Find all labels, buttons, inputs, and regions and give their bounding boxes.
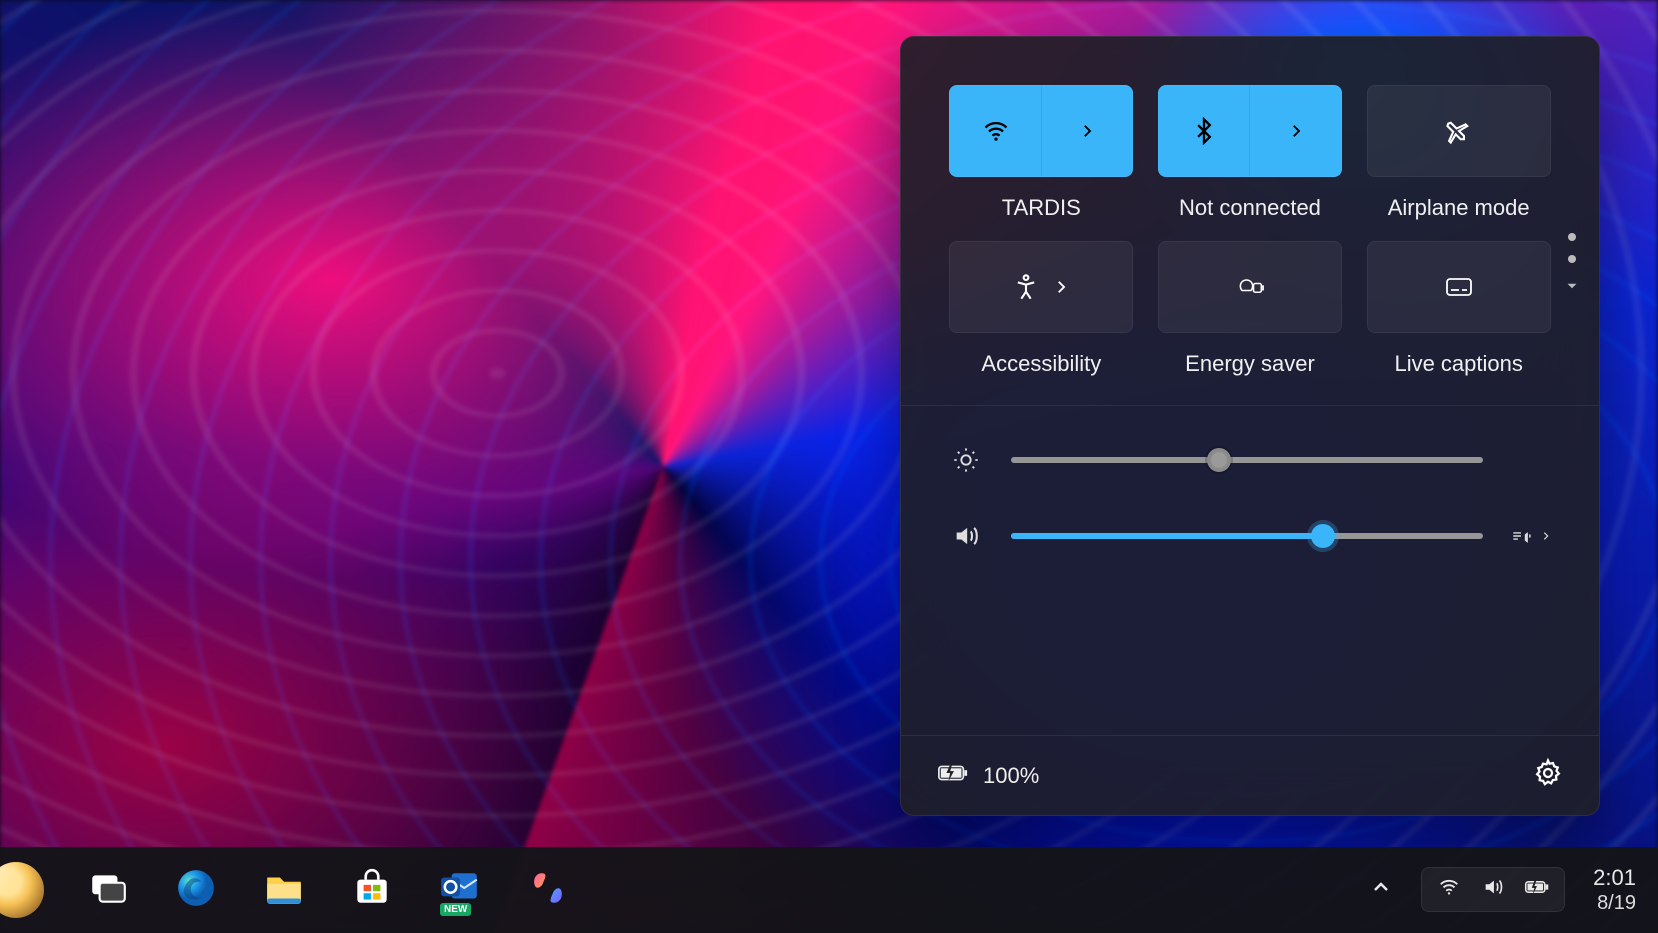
quick-settings-page-indicator[interactable] [1563,233,1581,300]
page-dot [1568,233,1576,241]
taskbar-clock[interactable]: 2:01 8/19 [1593,865,1636,915]
taskbar: NEW [0,847,1658,933]
bluetooth-label: Not connected [1179,195,1321,221]
bluetooth-toggle-main[interactable] [1159,86,1251,176]
energy-saver-tile: Energy saver [1158,241,1343,377]
chevron-right-icon [1052,278,1070,296]
quick-settings-panel: TARDIS Not connected [900,36,1600,816]
accessibility-toggle[interactable] [949,241,1133,333]
brightness-thumb[interactable] [1207,448,1231,472]
copilot-button[interactable] [524,866,572,914]
volume-track[interactable] [1011,533,1483,539]
wifi-icon [1436,876,1462,903]
tray-overflow-button[interactable] [1369,875,1393,904]
system-tray[interactable] [1421,867,1565,912]
chevron-right-icon [1287,122,1305,140]
battery-percent: 100% [983,763,1039,789]
clock-time: 2:01 [1593,865,1636,891]
bluetooth-toggle[interactable] [1158,85,1342,177]
battery-icon [937,762,969,790]
settings-button[interactable] [1533,758,1563,793]
wifi-toggle-main[interactable] [950,86,1042,176]
file-explorer-button[interactable] [260,866,308,914]
energy-saver-toggle[interactable] [1158,241,1342,333]
bluetooth-expand[interactable] [1250,86,1341,176]
quick-settings-footer: 100% [901,735,1599,815]
battery-icon [1524,876,1550,903]
task-view-button[interactable] [84,866,132,914]
volume-icon [1480,876,1506,903]
wifi-label: TARDIS [1002,195,1081,221]
quick-settings-sliders [901,406,1599,586]
chevron-right-icon [1078,122,1096,140]
microsoft-store-button[interactable] [348,866,396,914]
gear-icon [1533,775,1563,792]
energy-saver-label: Energy saver [1185,351,1315,377]
chevron-down-icon[interactable] [1563,277,1581,300]
audio-output-button[interactable] [1511,525,1551,547]
brightness-slider[interactable] [949,446,1551,474]
live-captions-toggle[interactable] [1367,241,1551,333]
new-badge: NEW [440,903,471,916]
volume-icon [949,522,983,550]
clock-date: 8/19 [1593,891,1636,915]
airplane-tile: Airplane mode [1366,85,1551,221]
energy-saver-icon [1236,273,1264,301]
edge-button[interactable] [172,866,220,914]
brightness-icon [949,446,983,474]
wifi-expand[interactable] [1042,86,1133,176]
airplane-toggle[interactable] [1367,85,1551,177]
chevron-up-icon [1369,886,1393,903]
airplane-icon [1445,117,1473,145]
brightness-track[interactable] [1011,457,1483,463]
quick-settings-tiles: TARDIS Not connected [901,37,1599,405]
outlook-button[interactable]: NEW [436,866,484,914]
battery-status[interactable]: 100% [937,762,1039,790]
accessibility-label: Accessibility [981,351,1101,377]
start-button[interactable] [0,862,44,918]
task-view-icon [87,867,129,914]
wifi-icon [982,117,1010,145]
taskbar-left: NEW [0,862,572,918]
folder-icon [263,867,305,914]
bluetooth-tile: Not connected [1158,85,1343,221]
copilot-icon [527,867,569,914]
live-captions-label: Live captions [1394,351,1522,377]
accessibility-icon [1012,273,1040,301]
store-icon [351,867,393,914]
volume-slider[interactable] [949,522,1551,550]
accessibility-tile: Accessibility [949,241,1134,377]
captions-icon [1445,273,1473,301]
page-dot [1568,255,1576,263]
airplane-label: Airplane mode [1388,195,1530,221]
live-captions-tile: Live captions [1366,241,1551,377]
wifi-toggle[interactable] [949,85,1133,177]
bluetooth-icon [1190,117,1218,145]
volume-thumb[interactable] [1311,524,1335,548]
taskbar-right: 2:01 8/19 [1369,865,1658,915]
wifi-tile: TARDIS [949,85,1134,221]
edge-icon [175,867,217,914]
